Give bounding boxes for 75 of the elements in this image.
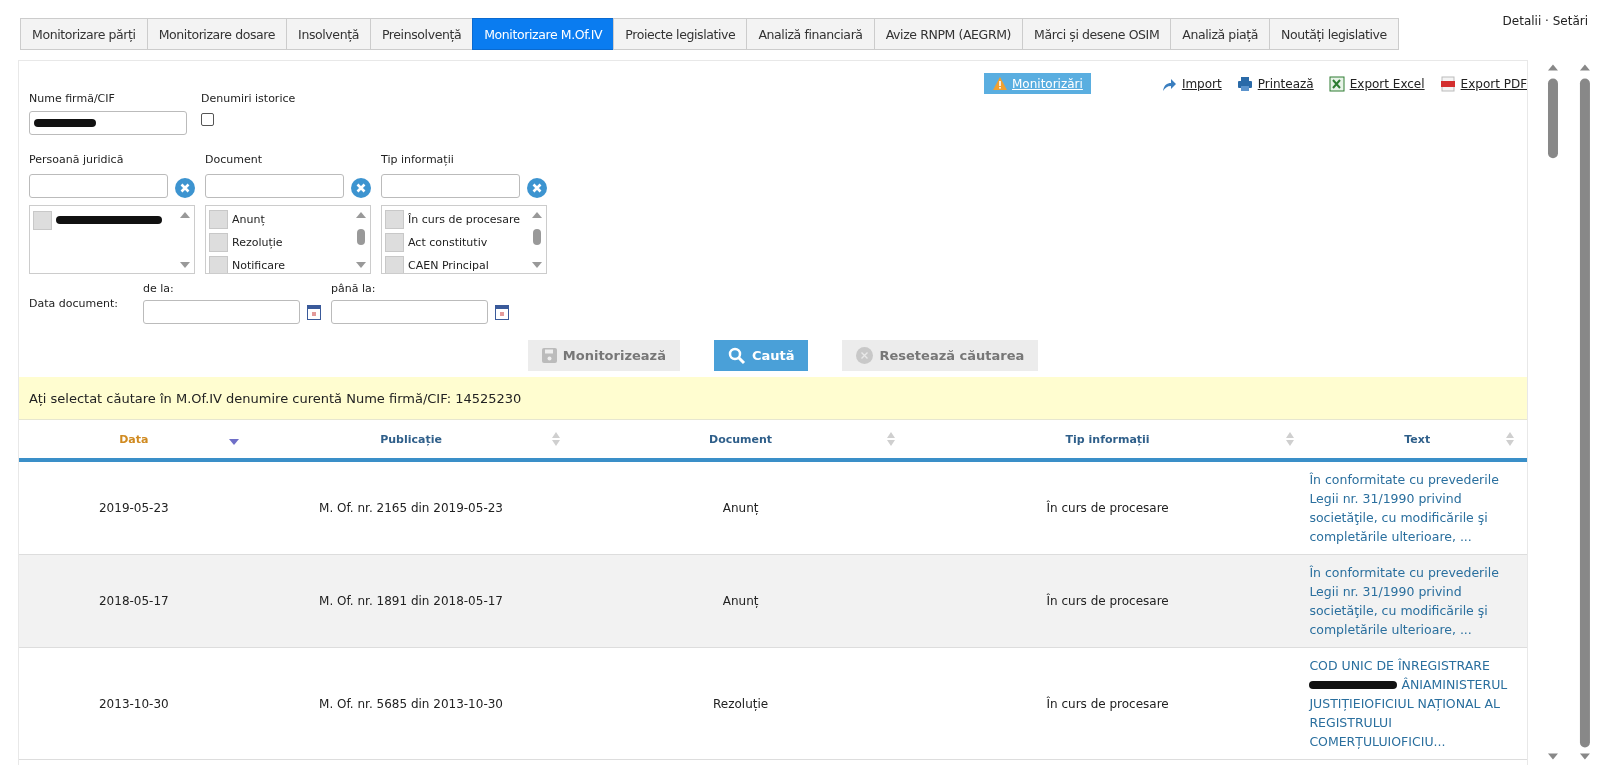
clear-icon[interactable] — [351, 177, 371, 198]
table-cell: 2018-05-17 — [99, 594, 169, 608]
filter-input-field[interactable] — [205, 174, 344, 198]
action-link[interactable]: Export Excel — [1349, 76, 1425, 91]
table-cell: În curs de procesare — [1046, 594, 1169, 608]
table-cell: M. Of. nr. 2165 din 2019-05-23 — [319, 501, 503, 515]
clear-icon[interactable] — [527, 177, 547, 198]
action-link[interactable]: Export PDF — [1460, 76, 1528, 91]
list-item-label[interactable]: Anunț — [232, 213, 265, 226]
action-link[interactable]: Import — [1181, 76, 1222, 91]
date-input-field[interactable] — [143, 300, 300, 324]
field-label: Data document: — [29, 297, 119, 312]
floppy-icon — [541, 348, 557, 363]
filter-input-field[interactable] — [381, 174, 520, 198]
date-input-field[interactable] — [331, 300, 488, 324]
table-cell: M. Of. nr. 1891 din 2018-05-17 — [319, 594, 503, 608]
tab[interactable]: Preinsolvență — [369, 18, 473, 50]
table-cell: În curs de procesare — [1046, 696, 1169, 711]
notice-text: Ați selectat căutare în M.Of.IV denumire curentă Nume firmă/CIF: 14525230 — [29, 391, 522, 406]
list-item-label[interactable]: CAEN Principal — [408, 259, 489, 272]
tab[interactable]: Proiecte legislative — [613, 18, 747, 50]
sort-icon[interactable] — [1285, 431, 1296, 447]
column-header[interactable]: Tip informații — [1065, 432, 1150, 446]
tab[interactable]: Monitorizare părți — [20, 18, 147, 50]
sort-icon[interactable] — [551, 431, 562, 447]
tab[interactable]: Avize RNPM (AEGRM) — [873, 18, 1023, 50]
table-cell: 2013-10-30 — [99, 696, 169, 711]
checkbox-label: Denumiri istorice — [201, 92, 296, 105]
field-label: Nume firmă/CIF — [29, 92, 116, 105]
calendar-icon[interactable] — [495, 304, 509, 320]
list-item-label[interactable]: Act constitutiv — [408, 236, 488, 249]
table-cell: M. Of. nr. 5685 din 2013-10-30 — [319, 696, 503, 711]
tab[interactable]: Mărci și desene OSIM — [1022, 18, 1171, 50]
sort-icon[interactable] — [885, 431, 896, 447]
list-item-label[interactable]: Rezoluție — [232, 236, 283, 249]
text-link[interactable]: COD UNIC DE ÎNREGISTRARE — [1309, 656, 1490, 675]
settings-link[interactable]: Detalii · Setări — [1502, 14, 1588, 28]
table-cell: În curs de procesare — [1046, 501, 1169, 515]
tab[interactable]: Monitorizare M.Of.IV — [472, 18, 614, 50]
table-cell: Anunț — [722, 501, 759, 515]
tab[interactable]: Analiză financiară — [746, 18, 874, 50]
table-cell: Rezoluție — [713, 696, 769, 711]
tab[interactable]: Noutăți legislative — [1269, 18, 1399, 50]
pdf-icon — [1439, 75, 1456, 92]
action-link[interactable]: Printează — [1257, 76, 1314, 91]
column-header[interactable]: Text — [1404, 432, 1431, 446]
field-label: până la: — [331, 282, 377, 295]
filter-label: Document — [205, 153, 263, 166]
checkbox[interactable] — [201, 113, 214, 126]
warning-icon — [992, 76, 1008, 91]
spreadsheet-icon — [1328, 75, 1345, 92]
clear-icon[interactable] — [175, 177, 195, 198]
text-link[interactable]: ÂNIAMINISTERUL JUSTIȚIEIOFICIUL NAȚIONAL AL REGISTRULUI COMERȚULUIOFICIU... — [1309, 675, 1522, 751]
printer-icon — [1236, 75, 1253, 92]
table-cell: Anunț — [722, 594, 759, 608]
filter-label: Persoană juridică — [29, 153, 125, 166]
list-item-label[interactable]: Notificare — [232, 259, 286, 272]
text-link[interactable]: În conformitate cu prevederile Legii nr. 31/1990 privind societăţile, cu modificările şi completările ulterioare, ... — [1309, 470, 1522, 546]
calendar-icon[interactable] — [307, 304, 321, 320]
filter-input-field[interactable] — [29, 174, 168, 198]
table-cell: 2019-05-23 — [99, 501, 169, 515]
sort-icon[interactable] — [1505, 431, 1516, 447]
tab[interactable]: Insolvență — [286, 18, 370, 50]
close-icon — [856, 347, 874, 364]
firm-input-field[interactable] — [29, 111, 187, 135]
sort-desc-icon[interactable] — [228, 438, 239, 446]
column-header[interactable]: Publicație — [380, 432, 442, 446]
tab[interactable]: Monitorizare dosare — [146, 18, 287, 50]
list-item-label[interactable]: În curs de procesare — [408, 213, 521, 226]
search-icon — [727, 346, 746, 365]
tab[interactable]: Analiză piață — [1170, 18, 1269, 50]
column-header[interactable]: Document — [709, 432, 773, 446]
filter-label: Tip informații — [381, 153, 455, 166]
text-link[interactable]: În conformitate cu prevederile Legii nr. 31/1990 privind societăţile, cu modificările şi completările ulterioare, ... — [1309, 563, 1522, 639]
field-label: de la: — [143, 282, 175, 295]
